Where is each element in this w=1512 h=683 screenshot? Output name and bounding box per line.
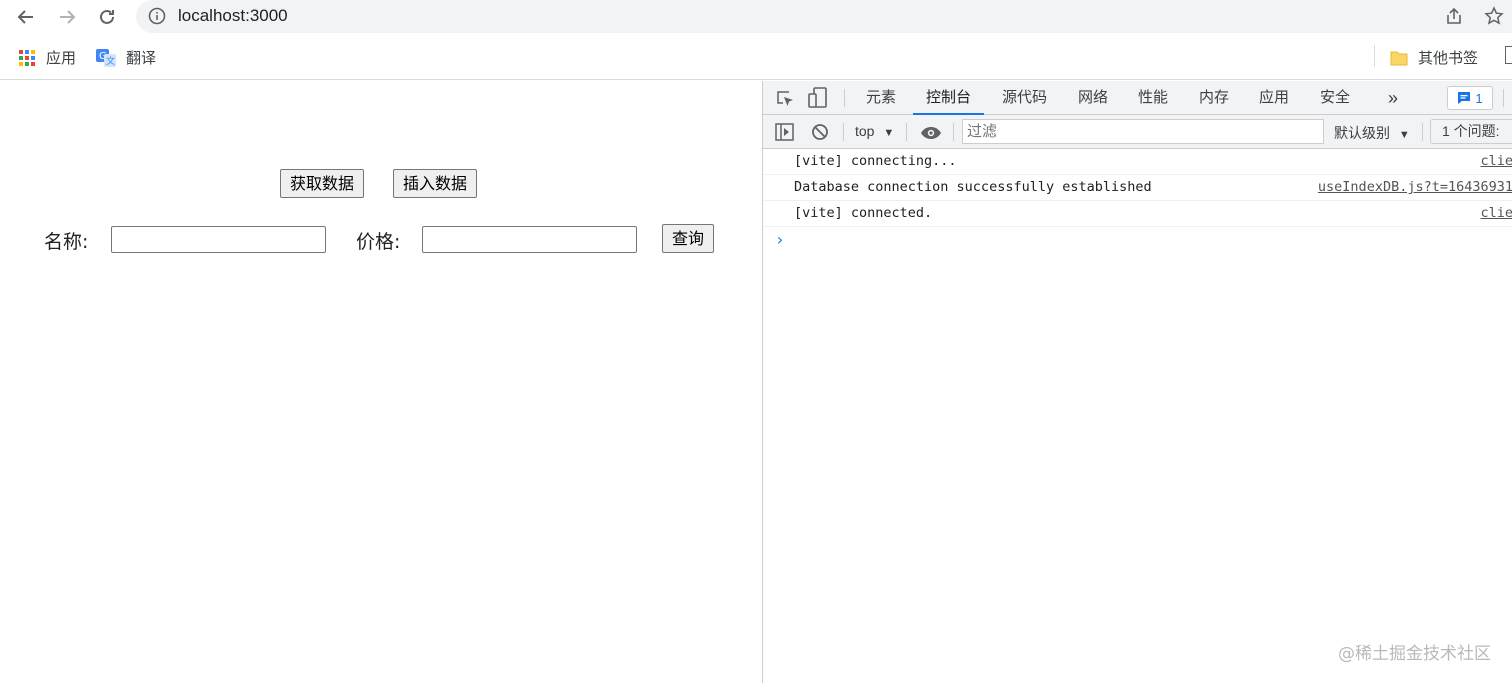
tab-elements[interactable]: 元素 [866, 81, 896, 115]
divider [1422, 123, 1423, 141]
tab-network[interactable]: 网络 [1078, 81, 1108, 115]
forward-button[interactable] [54, 4, 80, 30]
console-message-source-link[interactable]: useIndexDB.js?t=16436931 [1318, 179, 1512, 195]
divider [1503, 89, 1504, 107]
issues-counter-button[interactable]: 1 个问题: [1430, 119, 1512, 144]
page-viewport: 获取数据 插入数据 名称: 价格: 查询 [0, 81, 762, 683]
address-bar[interactable]: localhost:3000 [136, 0, 1512, 33]
issues-badge-count: 1 [1475, 90, 1483, 106]
console-message-source-link[interactable]: clie [1480, 205, 1512, 221]
translate-icon: G 文 [96, 48, 116, 67]
issues-counter-label: 1 个问题: [1442, 123, 1500, 139]
devtools-tab-bar: 元素 控制台 源代码 网络 性能 内存 应用 安全 » 1 [763, 81, 1512, 115]
arrow-right-icon [60, 10, 76, 24]
bookmarks-bar: 应用 G 文 翻译 其他书签 [0, 34, 1512, 80]
bookmark-translate[interactable]: G 文 翻译 [96, 47, 156, 68]
console-message: [vite] connecting... clie [763, 149, 1512, 175]
svg-text:文: 文 [106, 55, 115, 67]
other-bookmarks-label: 其他书签 [1418, 50, 1479, 67]
bookmark-label: 翻译 [126, 50, 157, 67]
tab-security[interactable]: 安全 [1320, 81, 1350, 115]
message-icon [1458, 92, 1471, 104]
more-tabs-button[interactable]: » [1388, 81, 1398, 115]
info-icon[interactable] [148, 7, 166, 29]
apps-grid-icon [19, 49, 35, 66]
tab-console[interactable]: 控制台 [913, 81, 985, 115]
log-level-label: 默认级别 [1334, 125, 1390, 141]
console-message-text: [vite] connected. [794, 205, 933, 221]
divider [844, 89, 845, 107]
device-toolbar-icon[interactable] [808, 87, 828, 113]
divider [843, 123, 844, 141]
query-button[interactable]: 查询 [662, 224, 715, 253]
log-level-dropdown[interactable]: 默认级别 ▼ [1334, 123, 1410, 143]
dropdown-arrow-icon: ▼ [1398, 129, 1410, 141]
star-icon[interactable] [1484, 6, 1504, 30]
name-label: 名称: [44, 231, 89, 253]
sidebar-toggle-icon[interactable] [775, 123, 794, 145]
browser-toolbar: localhost:3000 [0, 0, 1512, 34]
arrow-left-icon [17, 10, 33, 24]
console-message-source-link[interactable]: clie [1480, 153, 1512, 169]
context-selector[interactable]: top ▼ [855, 123, 894, 139]
console-prompt-chevron-icon[interactable]: › [775, 230, 785, 249]
folder-icon [1390, 51, 1408, 65]
price-label: 价格: [356, 231, 401, 253]
reload-button[interactable] [94, 4, 120, 30]
other-bookmarks[interactable]: 其他书签 [1390, 47, 1478, 68]
tab-application[interactable]: 应用 [1259, 81, 1289, 115]
bookmark-label: 应用 [46, 50, 77, 67]
issues-badge[interactable]: 1 [1447, 86, 1493, 110]
context-label: top [855, 123, 875, 139]
divider [953, 123, 954, 141]
price-input[interactable] [422, 226, 637, 253]
console-message-text: Database connection successfully establi… [794, 179, 1152, 195]
insert-data-button[interactable]: 插入数据 [393, 169, 478, 198]
tab-sources[interactable]: 源代码 [1002, 81, 1047, 115]
watermark-text: @稀土掘金技术社区 [1338, 644, 1491, 664]
back-button[interactable] [13, 4, 39, 30]
share-icon[interactable] [1444, 6, 1464, 30]
reload-icon [100, 9, 114, 24]
console-message-text: [vite] connecting... [794, 153, 957, 169]
console-toolbar: top ▼ 默认级别 ▼ 1 个问题: [763, 115, 1512, 149]
url-text[interactable]: localhost:3000 [178, 6, 288, 26]
console-filter-input[interactable] [962, 119, 1324, 144]
tab-performance[interactable]: 性能 [1138, 81, 1168, 115]
dropdown-arrow-icon: ▼ [883, 127, 895, 139]
name-input[interactable] [111, 226, 326, 253]
clear-console-icon[interactable] [811, 123, 829, 145]
bookmark-apps[interactable]: 应用 [18, 47, 76, 68]
console-message: Database connection successfully establi… [763, 175, 1512, 201]
reading-list-icon[interactable] [1505, 46, 1512, 64]
divider [1374, 45, 1375, 67]
divider [906, 123, 907, 141]
fetch-data-button[interactable]: 获取数据 [280, 169, 365, 198]
eye-icon[interactable] [920, 125, 942, 144]
console-message: [vite] connected. clie [763, 201, 1512, 227]
devtools-panel: 元素 控制台 源代码 网络 性能 内存 应用 安全 » 1 top ▼ 过滤 默… [762, 81, 1512, 683]
inspect-element-icon[interactable] [776, 89, 795, 112]
tab-memory[interactable]: 内存 [1199, 81, 1229, 115]
